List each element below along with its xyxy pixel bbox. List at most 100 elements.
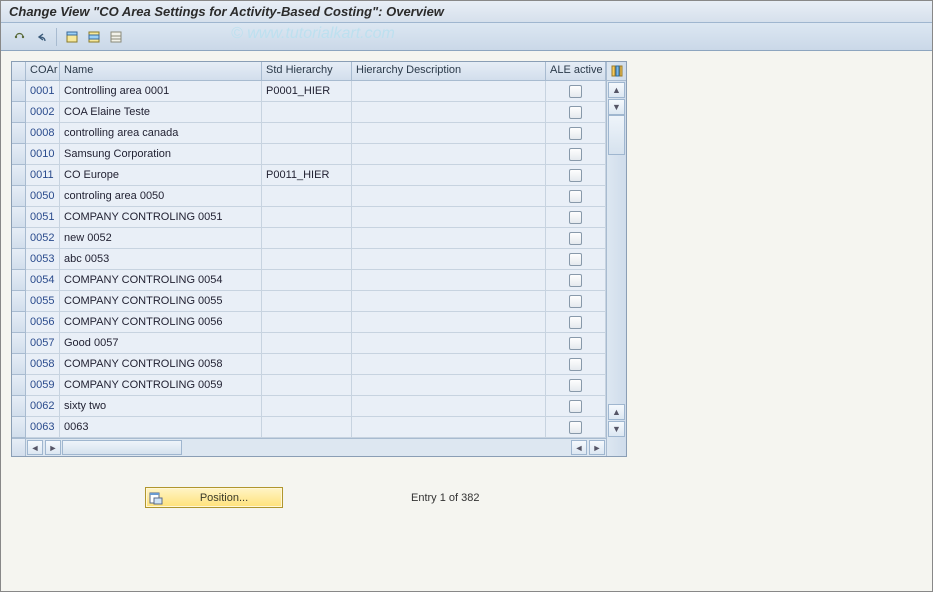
row-selector[interactable] (12, 123, 26, 144)
table-row[interactable]: 0062sixty two (12, 396, 606, 417)
cell-std-hierarchy[interactable] (262, 312, 352, 333)
cell-name[interactable]: controling area 0050 (60, 186, 262, 207)
checkbox[interactable] (569, 190, 582, 203)
cell-ale-active[interactable] (546, 207, 606, 228)
cell-hierarchy-description[interactable] (352, 207, 546, 228)
cell-coar[interactable]: 0051 (26, 207, 60, 228)
cell-hierarchy-description[interactable] (352, 102, 546, 123)
deselect-all-icon[interactable] (106, 27, 126, 47)
change-icon[interactable] (9, 27, 29, 47)
checkbox[interactable] (569, 169, 582, 182)
table-row[interactable]: 0010Samsung Corporation (12, 144, 606, 165)
undo-icon[interactable] (31, 27, 51, 47)
col-hierarchy-description[interactable]: Hierarchy Description (352, 62, 546, 80)
checkbox[interactable] (569, 379, 582, 392)
row-selector-header[interactable] (12, 62, 26, 80)
hscroll-track[interactable] (62, 440, 570, 455)
row-selector[interactable] (12, 144, 26, 165)
checkbox[interactable] (569, 274, 582, 287)
checkbox[interactable] (569, 316, 582, 329)
cell-std-hierarchy[interactable] (262, 291, 352, 312)
cell-ale-active[interactable] (546, 354, 606, 375)
cell-ale-active[interactable] (546, 186, 606, 207)
hscroll-right2-icon[interactable]: ► (589, 440, 605, 455)
row-selector[interactable] (12, 81, 26, 102)
cell-coar[interactable]: 0010 (26, 144, 60, 165)
select-all-icon[interactable] (62, 27, 82, 47)
cell-std-hierarchy[interactable] (262, 102, 352, 123)
col-name[interactable]: Name (60, 62, 262, 80)
row-selector[interactable] (12, 207, 26, 228)
position-button[interactable]: Position... (145, 487, 283, 508)
cell-std-hierarchy[interactable] (262, 417, 352, 438)
cell-coar[interactable]: 0062 (26, 396, 60, 417)
row-selector[interactable] (12, 249, 26, 270)
cell-std-hierarchy[interactable] (262, 270, 352, 291)
vscroll-up-icon[interactable]: ▲ (608, 82, 625, 98)
cell-std-hierarchy[interactable] (262, 228, 352, 249)
checkbox[interactable] (569, 337, 582, 350)
row-selector[interactable] (12, 291, 26, 312)
cell-name[interactable]: Controlling area 0001 (60, 81, 262, 102)
checkbox[interactable] (569, 211, 582, 224)
table-row[interactable]: 0011CO EuropeP0011_HIER (12, 165, 606, 186)
checkbox[interactable] (569, 253, 582, 266)
cell-hierarchy-description[interactable] (352, 333, 546, 354)
checkbox[interactable] (569, 106, 582, 119)
cell-std-hierarchy[interactable] (262, 354, 352, 375)
row-selector[interactable] (12, 333, 26, 354)
cell-name[interactable]: new 0052 (60, 228, 262, 249)
cell-name[interactable]: CO Europe (60, 165, 262, 186)
cell-ale-active[interactable] (546, 144, 606, 165)
vscroll-down2-icon[interactable]: ▼ (608, 421, 625, 437)
cell-hierarchy-description[interactable] (352, 270, 546, 291)
cell-coar[interactable]: 0054 (26, 270, 60, 291)
table-row[interactable]: 00630063 (12, 417, 606, 438)
cell-name[interactable]: COMPANY CONTROLING 0059 (60, 375, 262, 396)
cell-ale-active[interactable] (546, 333, 606, 354)
cell-std-hierarchy[interactable] (262, 396, 352, 417)
checkbox[interactable] (569, 421, 582, 434)
hscroll-thumb[interactable] (62, 440, 182, 455)
cell-coar[interactable]: 0001 (26, 81, 60, 102)
cell-ale-active[interactable] (546, 375, 606, 396)
col-ale-active[interactable]: ALE active (546, 62, 606, 80)
row-selector[interactable] (12, 417, 26, 438)
row-selector[interactable] (12, 102, 26, 123)
checkbox[interactable] (569, 127, 582, 140)
checkbox[interactable] (569, 148, 582, 161)
cell-coar[interactable]: 0053 (26, 249, 60, 270)
cell-name[interactable]: controlling area canada (60, 123, 262, 144)
cell-std-hierarchy[interactable] (262, 333, 352, 354)
cell-name[interactable]: sixty two (60, 396, 262, 417)
cell-hierarchy-description[interactable] (352, 186, 546, 207)
cell-name[interactable]: Good 0057 (60, 333, 262, 354)
cell-std-hierarchy[interactable] (262, 375, 352, 396)
table-row[interactable]: 0051COMPANY CONTROLING 0051 (12, 207, 606, 228)
row-selector[interactable] (12, 396, 26, 417)
table-row[interactable]: 0059COMPANY CONTROLING 0059 (12, 375, 606, 396)
table-row[interactable]: 0001Controlling area 0001P0001_HIER (12, 81, 606, 102)
table-row[interactable]: 0055COMPANY CONTROLING 0055 (12, 291, 606, 312)
cell-hierarchy-description[interactable] (352, 396, 546, 417)
cell-hierarchy-description[interactable] (352, 375, 546, 396)
hscroll-left-icon[interactable]: ◄ (27, 440, 43, 455)
cell-ale-active[interactable] (546, 396, 606, 417)
row-selector[interactable] (12, 312, 26, 333)
cell-coar[interactable]: 0011 (26, 165, 60, 186)
cell-std-hierarchy[interactable]: P0011_HIER (262, 165, 352, 186)
table-row[interactable]: 0057Good 0057 (12, 333, 606, 354)
cell-hierarchy-description[interactable] (352, 291, 546, 312)
hscroll-left2-icon[interactable]: ◄ (571, 440, 587, 455)
row-selector[interactable] (12, 375, 26, 396)
cell-coar[interactable]: 0056 (26, 312, 60, 333)
cell-std-hierarchy[interactable]: P0001_HIER (262, 81, 352, 102)
cell-name[interactable]: COMPANY CONTROLING 0054 (60, 270, 262, 291)
cell-ale-active[interactable] (546, 291, 606, 312)
cell-name[interactable]: COMPANY CONTROLING 0056 (60, 312, 262, 333)
cell-hierarchy-description[interactable] (352, 165, 546, 186)
row-selector[interactable] (12, 228, 26, 249)
col-coar[interactable]: COAr (26, 62, 60, 80)
hscroll-right-icon[interactable]: ► (45, 440, 61, 455)
table-row[interactable]: 0008controlling area canada (12, 123, 606, 144)
